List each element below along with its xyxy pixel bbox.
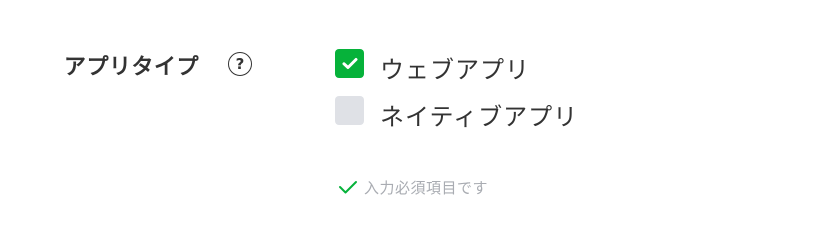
native-app-checkbox[interactable] [335,95,364,125]
required-text: 入力必須項目です [364,178,489,197]
native-app-label: ネイティブアプリ [380,102,579,131]
required-field-note: 入力必須項目です [338,176,488,198]
question-circle-icon[interactable]: ? [228,52,252,76]
app-type-label: アプリタイプ [64,48,199,82]
checkmark-icon [342,57,357,69]
web-app-checkbox[interactable] [335,48,364,78]
option-native-app[interactable]: ネイティブアプリ [335,95,578,131]
app-type-label-text: アプリタイプ [64,55,200,80]
web-app-label: ウェブアプリ [380,55,530,84]
help-glyph: ? [235,55,245,73]
checkmark-icon [338,177,358,197]
option-web-app[interactable]: ウェブアプリ [335,48,530,84]
